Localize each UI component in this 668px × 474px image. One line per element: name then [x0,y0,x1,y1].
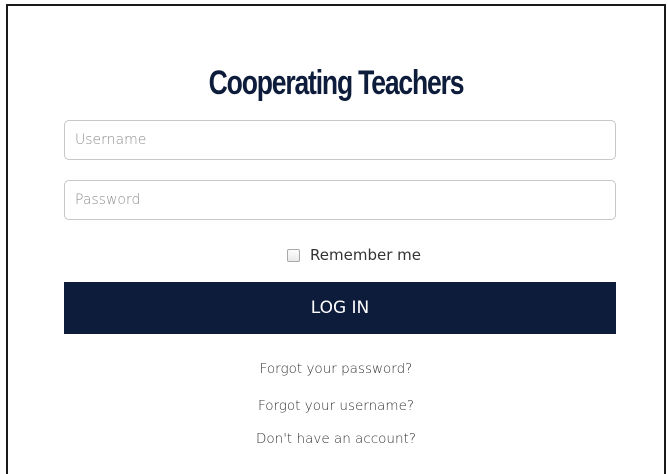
site-title: Cooperating Teachers [208,64,465,102]
remember-me-label[interactable]: Remember me [310,246,421,264]
remember-me-row: Remember me [8,246,664,264]
password-input[interactable] [64,180,616,220]
login-button[interactable]: LOG IN [64,282,616,334]
forgot-password-link[interactable]: Forgot your password? [8,361,664,377]
remember-me-checkbox[interactable] [287,248,301,262]
create-account-link[interactable]: Don't have an account? [8,431,664,447]
login-panel: Cooperating Teachers Remember me LOG IN … [6,4,666,474]
username-input[interactable] [64,120,616,160]
forgot-username-link[interactable]: Forgot your username? [8,398,664,414]
